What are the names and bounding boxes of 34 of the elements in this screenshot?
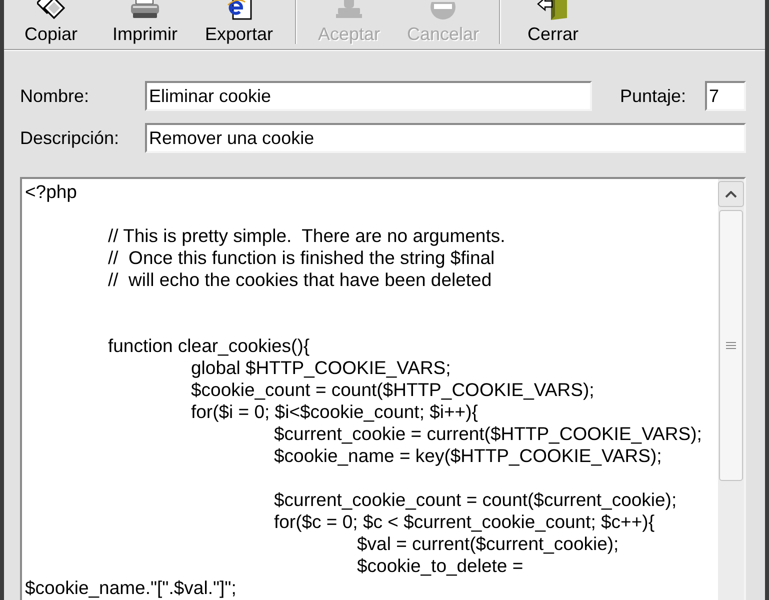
description-field[interactable]: Remover una cookie (145, 123, 746, 153)
score-field[interactable]: 7 (705, 81, 746, 111)
name-field[interactable]: Eliminar cookie (145, 81, 592, 111)
door-icon (537, 0, 569, 20)
code-editor[interactable] (20, 177, 746, 600)
name-label: Nombre: (20, 84, 90, 108)
code-line: $current_cookie = current($HTTP_COOKIE_VARS); (274, 423, 702, 444)
code-line: function clear_cookies(){ (108, 335, 310, 356)
grip-icon (726, 342, 736, 350)
code-line: global $HTTP_COOKIE_VARS; (191, 357, 451, 378)
toolbar-button[interactable]: Cerrar (506, 0, 600, 49)
stamp-icon (335, 0, 363, 20)
scrollbar-thumb[interactable] (719, 210, 743, 481)
code-line: <?php (25, 181, 77, 202)
code-line: $cookie_name."[".$val."]"; (25, 577, 236, 598)
code-line: // This is pretty simple. There are no arguments. (108, 225, 506, 246)
code-line: $cookie_name = key($HTTP_COOKIE_VARS); (274, 445, 662, 466)
copy-icon (37, 0, 65, 20)
code-line: $cookie_to_delete = (357, 555, 524, 576)
scroll-up-button[interactable] (718, 181, 744, 207)
code-line: for($c = 0; $c < $current_cookie_count; $c++){ (274, 511, 655, 532)
score-label: Puntaje: (620, 84, 686, 108)
toolbar-button[interactable]: Exportar (192, 0, 286, 49)
code-line: // will echo the cookies that have been deleted (108, 269, 492, 290)
document-icon (226, 0, 252, 20)
toolbar-button[interactable]: Copiar (4, 0, 98, 49)
code-line: for($i = 0; $i<$cookie_count; $i++){ (191, 401, 478, 422)
code-line: $cookie_count = count($HTTP_COOKIE_VARS); (191, 379, 594, 400)
caret-up-icon (725, 190, 737, 198)
code-line: // Once this function is finished the string $final (108, 247, 495, 268)
toolbar-button[interactable]: Imprimir (98, 0, 192, 49)
description-label: Descripción: (20, 126, 120, 150)
code-line: $val = current($current_cookie); (357, 533, 619, 554)
code-line: $current_cookie_count = count($current_cookie); (274, 489, 677, 510)
